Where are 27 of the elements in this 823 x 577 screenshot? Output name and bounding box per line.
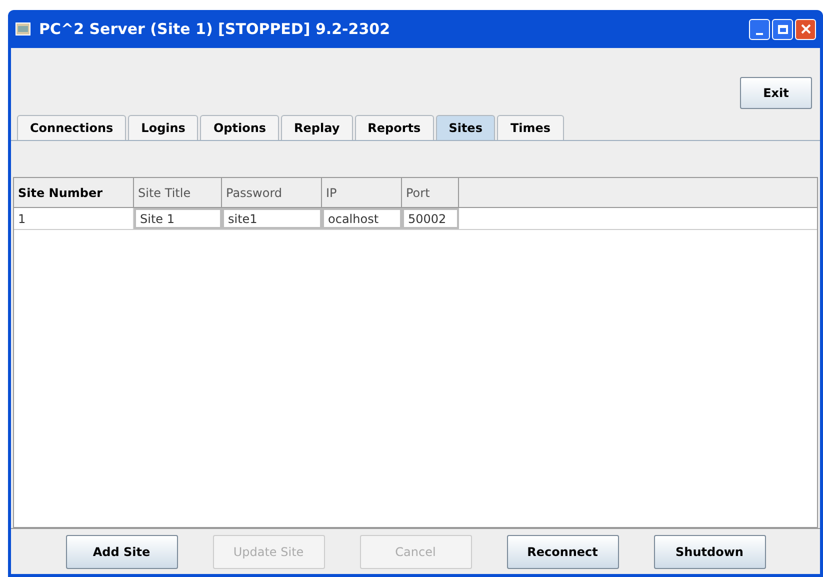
maximize-button[interactable] [772,18,793,40]
column-header[interactable]: IP [322,178,402,207]
tab[interactable]: Reports [354,115,434,140]
tab[interactable]: Replay [281,115,353,140]
table-cell: Site 1 [134,208,222,229]
column-header[interactable]: Site Number [14,178,134,207]
column-header[interactable]: Port [402,178,459,207]
action-button[interactable]: Reconnect [506,534,618,568]
app-icon [15,21,31,37]
close-icon [800,24,810,34]
window-title: PC^2 Server (Site 1) [STOPPED] 9.2-2302 [39,18,392,40]
tab[interactable]: Connections [17,115,126,140]
table-cell: site1 [222,208,322,229]
table-cell: 1 [14,208,134,229]
action-button[interactable]: Add Site [66,534,178,568]
tab[interactable]: Times [497,115,564,140]
column-header[interactable]: Site Title [134,178,222,207]
tab[interactable]: Sites [436,115,496,140]
table-cell: ocalhost [322,208,402,229]
minimize-button[interactable] [749,18,770,40]
exit-button[interactable]: Exit [740,77,812,109]
tab[interactable]: Logins [128,115,198,140]
tab[interactable]: Options [200,115,280,140]
action-button[interactable]: Shutdown [654,534,766,568]
column-header[interactable]: Password [222,178,322,207]
table-cell: 50002 [402,208,459,229]
close-button[interactable] [795,18,816,40]
